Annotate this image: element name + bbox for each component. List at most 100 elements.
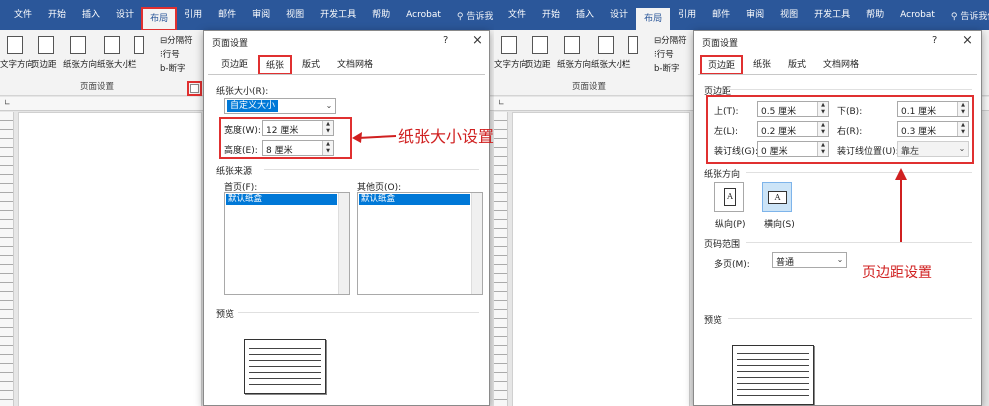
tab-doc-grid[interactable]: 文档网格 (330, 55, 380, 75)
page-setup-group-label: 页面设置 (80, 82, 115, 92)
line-numbers-button[interactable]: ⁝行号 (654, 48, 674, 60)
page-setup-launcher-icon[interactable] (187, 81, 202, 96)
paper-size-select[interactable]: 自定义大小 ⌄ (224, 98, 336, 114)
tab-help[interactable]: 帮助 (858, 4, 892, 26)
section-divider (238, 312, 479, 313)
hyphenation-button[interactable]: b‑断字 (160, 62, 185, 74)
tab-paper[interactable]: 纸张 (258, 55, 293, 75)
help-icon[interactable]: ? (932, 35, 937, 46)
tab-acrobat[interactable]: Acrobat (892, 4, 943, 26)
tab-references[interactable]: 引用 (176, 4, 210, 26)
list-item[interactable]: 默认纸盒 (359, 194, 470, 205)
orientation-icon (70, 36, 86, 54)
tab-stop-icon[interactable]: ∟ (4, 98, 11, 107)
margins-button[interactable]: 页边距 (525, 36, 555, 70)
landscape-page-icon: A (768, 191, 787, 204)
tab-file[interactable]: 文件 (500, 4, 534, 26)
portrait-option[interactable]: A (714, 182, 744, 212)
landscape-option[interactable]: A (762, 182, 792, 212)
hyphenation-label: 断字 (662, 64, 680, 74)
paper-size-annotation: 纸张大小设置 (398, 127, 494, 146)
page-preview (732, 345, 814, 405)
tab-design[interactable]: 设计 (602, 4, 636, 26)
tab-review[interactable]: 审阅 (244, 4, 278, 26)
other-pages-list[interactable]: 默认纸盒 (357, 192, 483, 295)
text-direction-icon (501, 36, 517, 54)
orientation-icon (564, 36, 580, 54)
size-button[interactable]: 纸张大小 (591, 36, 625, 70)
tab-insert[interactable]: 插入 (568, 4, 602, 26)
scrollbar[interactable] (471, 193, 482, 294)
close-icon[interactable]: × (472, 33, 483, 48)
search-icon: ⚲ (950, 11, 961, 22)
orientation-button[interactable]: 纸张方向 (557, 36, 591, 70)
margins-annotation: 页边距设置 (862, 265, 932, 281)
orientation-section-label: 纸张方向 (704, 170, 741, 180)
tab-home[interactable]: 开始 (534, 4, 568, 26)
tab-references[interactable]: 引用 (670, 4, 704, 26)
help-icon[interactable]: ? (443, 35, 448, 46)
tab-acrobat[interactable]: Acrobat (398, 4, 449, 26)
orientation-button[interactable]: 纸张方向 (63, 36, 97, 70)
tab-layout[interactable]: 布局 (141, 7, 178, 31)
landscape-label: 横向(S) (764, 220, 795, 230)
page-setup-dialog-paper: 页面设置 ? × 页边距 纸张 版式 文档网格 纸张大小(R): 自定义大小 ⌄… (203, 30, 490, 406)
chevron-down-icon: ⌄ (836, 255, 844, 264)
list-item[interactable]: 默认纸盒 (226, 194, 337, 205)
hyphenation-label: 断字 (168, 64, 186, 74)
tab-paper[interactable]: 纸张 (746, 55, 778, 75)
tab-review[interactable]: 审阅 (738, 4, 772, 26)
tab-margins[interactable]: 页边距 (214, 55, 255, 75)
text-direction-button[interactable]: 文字方向 (494, 36, 528, 70)
left-screenshot-panel: 文件 开始 插入 设计 布局 引用 邮件 审阅 视图 开发工具 帮助 Acrob… (0, 0, 494, 406)
tab-layout[interactable]: 布局 (636, 8, 671, 30)
tab-insert[interactable]: 插入 (74, 4, 108, 26)
multiple-pages-label: 多页(M): (714, 260, 750, 270)
section-divider (728, 89, 972, 90)
columns-button[interactable]: 栏 (128, 36, 150, 70)
tab-margins[interactable]: 页边距 (700, 55, 744, 75)
tab-developer[interactable]: 开发工具 (312, 4, 364, 26)
first-page-list[interactable]: 默认纸盒 (224, 192, 350, 295)
tab-layout-options[interactable]: 版式 (781, 55, 813, 75)
highlight-box-margins (706, 95, 974, 164)
tab-mailings[interactable]: 邮件 (704, 4, 738, 26)
tab-stop-icon[interactable]: ∟ (498, 98, 505, 107)
tab-divider (208, 74, 485, 75)
preview-label: 预览 (216, 310, 235, 320)
tab-view[interactable]: 视图 (772, 4, 806, 26)
margins-label: 页边距 (31, 60, 57, 70)
portrait-page-icon: A (724, 188, 736, 206)
size-label: 纸张大小 (591, 60, 626, 70)
tab-file[interactable]: 文件 (6, 4, 40, 26)
text-direction-label: 文字方向 (494, 60, 529, 70)
tab-home[interactable]: 开始 (40, 4, 74, 26)
tell-me-box[interactable]: ⚲ 告诉我 (457, 9, 493, 22)
hyphenation-button[interactable]: b‑断字 (654, 62, 679, 74)
tab-mailings[interactable]: 邮件 (210, 4, 244, 26)
ribbon-tab-bar: 文件 开始 插入 设计 布局 引用 邮件 审阅 视图 开发工具 帮助 Acrob… (0, 0, 494, 31)
scrollbar[interactable] (338, 193, 349, 294)
tell-me-box[interactable]: ⚲ 告诉我你 (951, 9, 989, 22)
tab-design[interactable]: 设计 (108, 4, 142, 26)
columns-button[interactable]: 栏 (622, 36, 644, 70)
tab-view[interactable]: 视图 (278, 4, 312, 26)
tab-layout-options[interactable]: 版式 (295, 55, 327, 75)
margins-button[interactable]: 页边距 (31, 36, 61, 70)
close-icon[interactable]: × (962, 33, 973, 48)
size-button[interactable]: 纸张大小 (97, 36, 131, 70)
page-setup-dialog-margins: 页面设置 ? × 页边距 纸张 版式 文档网格 页边距 上(T): 0.5 厘米… (693, 30, 982, 406)
orientation-label: 纸张方向 (63, 60, 98, 70)
text-direction-button[interactable]: 文字方向 (0, 36, 34, 70)
multiple-pages-select[interactable]: 普通 ⌄ (772, 252, 847, 268)
portrait-label: 纵向(P) (715, 220, 746, 230)
pages-section-label: 页码范围 (704, 240, 741, 250)
document-page[interactable] (18, 112, 202, 406)
line-numbers-button[interactable]: ⁝行号 (160, 48, 180, 60)
document-page[interactable] (512, 112, 690, 406)
tab-developer[interactable]: 开发工具 (806, 4, 858, 26)
breaks-button[interactable]: ⊟分隔符 (160, 34, 193, 46)
tab-help[interactable]: 帮助 (364, 4, 398, 26)
tab-doc-grid[interactable]: 文档网格 (816, 55, 866, 75)
breaks-button[interactable]: ⊟分隔符 (654, 34, 687, 46)
